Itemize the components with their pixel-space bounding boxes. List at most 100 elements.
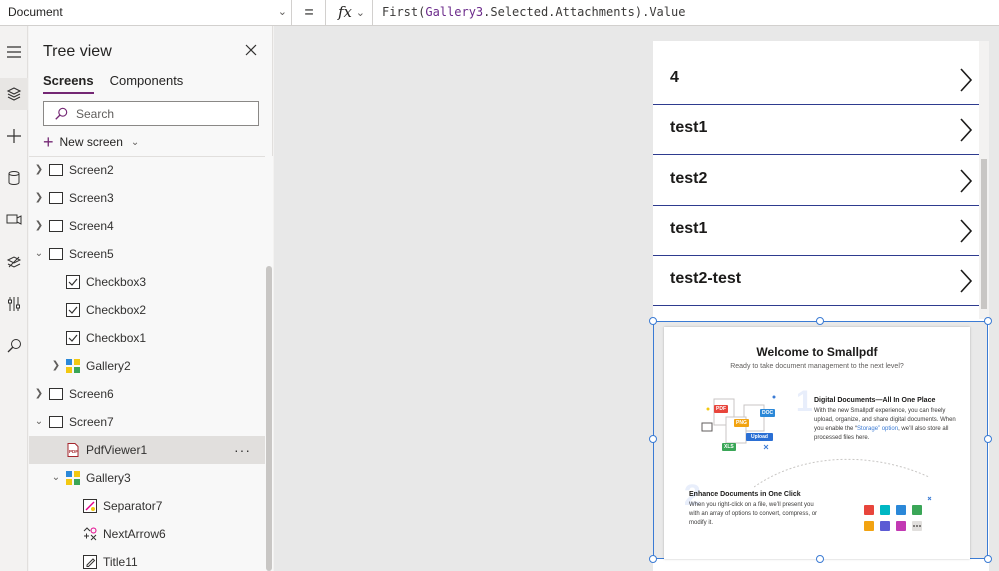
- tree-item-label: Screen2: [69, 163, 114, 177]
- gallery-scrollbar-thumb[interactable]: [981, 159, 987, 309]
- tab-components[interactable]: Components: [110, 73, 184, 94]
- resize-handle[interactable]: [984, 435, 992, 443]
- screen-icon: [49, 416, 63, 428]
- tree-item-gallery2[interactable]: ❯ Gallery2: [29, 352, 265, 380]
- chevron-right-icon[interactable]: ❯: [33, 156, 45, 184]
- new-screen-button[interactable]: + New screen ⌄: [43, 132, 139, 152]
- gallery-row-title: test2: [670, 170, 708, 187]
- new-screen-label: New screen: [59, 135, 123, 149]
- chevron-right-icon[interactable]: [959, 219, 973, 243]
- gallery-row[interactable]: test1: [653, 105, 979, 155]
- label-icon: [83, 555, 97, 569]
- left-rail: [0, 26, 28, 571]
- resize-handle[interactable]: [816, 317, 824, 325]
- checkbox-icon: [66, 303, 80, 317]
- media-icon[interactable]: [0, 204, 28, 236]
- property-dropdown[interactable]: Document ⌄: [0, 0, 292, 25]
- tree-item-label: Title11: [103, 555, 138, 569]
- chevron-down-icon[interactable]: ⌄: [50, 464, 62, 492]
- tree-item-checkbox3[interactable]: Checkbox3: [29, 268, 265, 296]
- tree-item-pdfviewer1[interactable]: PDF PdfViewer1 ···: [29, 436, 265, 464]
- gallery-row[interactable]: test2: [653, 156, 979, 206]
- resize-handle[interactable]: [649, 317, 657, 325]
- pdf-viewer[interactable]: Welcome to Smallpdf Ready to take docume…: [653, 321, 988, 559]
- resize-handle[interactable]: [984, 317, 992, 325]
- fx-button[interactable]: fx ⌄: [325, 0, 373, 25]
- chevron-down-icon[interactable]: ⌄: [33, 408, 45, 436]
- tree-item-label: Screen4: [69, 219, 114, 233]
- tree-scrollbar-thumb[interactable]: [266, 266, 272, 571]
- tab-screens[interactable]: Screens: [43, 73, 94, 94]
- chevron-down-icon: ⌄: [355, 7, 365, 19]
- pdf-page: Welcome to Smallpdf Ready to take docume…: [664, 327, 970, 559]
- chevron-right-icon[interactable]: [959, 269, 973, 293]
- tree-item-checkbox2[interactable]: Checkbox2: [29, 296, 265, 324]
- resize-handle[interactable]: [649, 555, 657, 563]
- chevron-right-icon[interactable]: ❯: [50, 352, 62, 380]
- step-number-decoration: 1: [796, 385, 813, 418]
- tree-item-screen2[interactable]: ❯ Screen2: [29, 156, 265, 184]
- search-icon[interactable]: [0, 330, 28, 362]
- search-placeholder: Search: [76, 107, 115, 121]
- tree-item-label: NextArrow6: [103, 527, 166, 541]
- chevron-right-icon[interactable]: [959, 169, 973, 193]
- property-value: Document: [8, 5, 63, 19]
- tree-item-label: Checkbox3: [86, 275, 147, 289]
- tree-item-screen5[interactable]: ⌄ Screen5: [29, 240, 265, 268]
- storage-option-link: Storage” option: [857, 426, 899, 432]
- search-input[interactable]: Search: [43, 101, 259, 126]
- chevron-right-icon[interactable]: ❯: [33, 380, 45, 408]
- tree-item-title11[interactable]: Title11: [29, 548, 265, 571]
- tree-item-checkbox1[interactable]: Checkbox1: [29, 324, 265, 352]
- tree-item-screen7[interactable]: ⌄ Screen7: [29, 408, 265, 436]
- tree-item-separator7[interactable]: Separator7: [29, 492, 265, 520]
- tree-item-label: Screen5: [69, 247, 114, 261]
- chevron-right-icon[interactable]: ❯: [33, 184, 45, 212]
- section1-title: Digital Documents—All In One Place: [814, 397, 936, 404]
- gallery-row[interactable]: test2-test: [653, 256, 979, 306]
- screen-icon: [49, 164, 63, 176]
- layers-icon[interactable]: [0, 78, 28, 110]
- tree-item-gallery3[interactable]: ⌄ Gallery3: [29, 464, 265, 492]
- plus-icon[interactable]: [0, 120, 28, 152]
- components-icon[interactable]: [0, 246, 28, 278]
- resize-handle[interactable]: [816, 555, 824, 563]
- tools-grid-illustration-icon: [864, 496, 932, 531]
- gallery-row-title: test1: [670, 119, 708, 136]
- formula-input[interactable]: First(Gallery3.Selected.Attachments).Val…: [382, 0, 685, 25]
- chevron-down-icon[interactable]: ⌄: [33, 240, 45, 268]
- chevron-right-icon[interactable]: [959, 68, 973, 92]
- resize-handle[interactable]: [984, 555, 992, 563]
- section2-title: Enhance Documents in One Click: [689, 491, 801, 498]
- resize-handle[interactable]: [649, 435, 657, 443]
- gallery-row[interactable]: test1: [653, 206, 979, 256]
- separator-icon: [83, 499, 97, 513]
- tree-list: ❯ Screen2 ❯ Screen3 ❯ Screen4 ⌄ Screen5 …: [29, 156, 265, 571]
- upload-button: Upload: [746, 433, 773, 441]
- screen-icon: [49, 192, 63, 204]
- gallery-icon: [66, 471, 80, 485]
- tree-item-label: PdfViewer1: [86, 443, 148, 457]
- tree-item-label: Screen7: [69, 415, 114, 429]
- gallery-row-title: test1: [670, 220, 708, 237]
- png-badge: PNG: [734, 419, 749, 427]
- tree-item-screen3[interactable]: ❯ Screen3: [29, 184, 265, 212]
- tools-icon[interactable]: [0, 288, 28, 320]
- more-options-button[interactable]: ···: [234, 436, 251, 464]
- menu-icon[interactable]: [0, 36, 28, 68]
- gallery-row[interactable]: 4: [653, 55, 979, 105]
- screen-icon: [49, 388, 63, 400]
- fx-label: fx: [338, 3, 353, 21]
- gallery-row-title: 4: [670, 69, 679, 86]
- gallery-row-title: test2-test: [670, 270, 742, 287]
- tree-item-screen6[interactable]: ❯ Screen6: [29, 380, 265, 408]
- chevron-right-icon[interactable]: ❯: [33, 212, 45, 240]
- tree-item-screen4[interactable]: ❯ Screen4: [29, 212, 265, 240]
- close-icon[interactable]: [243, 42, 259, 58]
- pdf-icon: PDF: [67, 443, 79, 457]
- chevron-right-icon[interactable]: [959, 118, 973, 142]
- formula-func: First(: [382, 5, 426, 19]
- tree-item-label: Checkbox1: [86, 331, 147, 345]
- tree-item-nextarrow6[interactable]: NextArrow6: [29, 520, 265, 548]
- database-icon[interactable]: [0, 162, 28, 194]
